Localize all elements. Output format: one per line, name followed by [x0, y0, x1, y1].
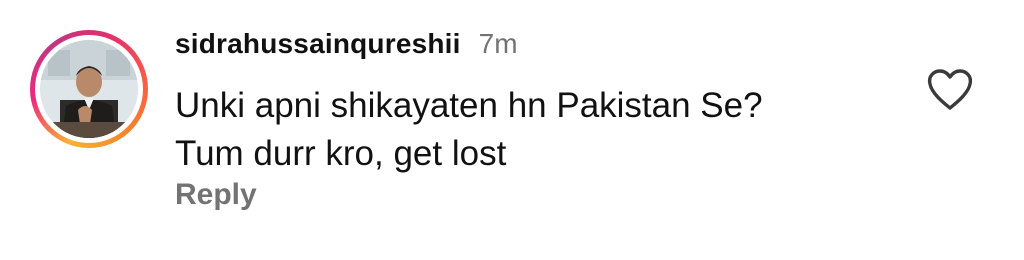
story-ring[interactable] [30, 30, 148, 148]
like-button[interactable] [926, 68, 974, 112]
username[interactable]: sidrahussainqureshii [175, 28, 461, 60]
comment-text-line-1: Unki apni shikayaten hn Pakistan Se? [175, 86, 763, 125]
comment-header: sidrahussainqureshii 7m [175, 28, 518, 60]
timestamp: 7m [478, 28, 518, 59]
avatar-gap [35, 35, 143, 143]
comment-item: sidrahussainqureshii 7m Unki apni shikay… [0, 0, 1024, 260]
heart-outline-icon [927, 69, 973, 110]
comment-text-line-2: Tum durr kro, get lost [175, 134, 507, 173]
avatar[interactable] [40, 40, 138, 138]
comment-text: Unki apni shikayaten hn Pakistan Se? Tum… [175, 82, 763, 178]
reply-button[interactable]: Reply [175, 178, 257, 212]
avatar-image [40, 40, 138, 138]
